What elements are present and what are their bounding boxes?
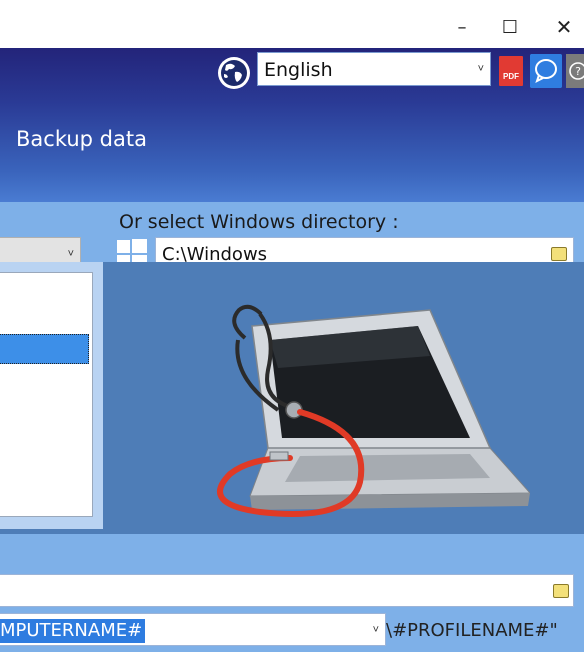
pdf-icon[interactable]: PDF: [499, 56, 523, 86]
profile-list[interactable]: [0, 272, 93, 517]
title-bar: – ☐ ✕: [0, 0, 584, 48]
minimize-button[interactable]: –: [444, 14, 480, 40]
folder-template-select[interactable]: MPUTERNAME# ˅: [0, 613, 386, 646]
chevron-down-icon: ˅: [67, 248, 74, 260]
language-value: English: [264, 59, 333, 81]
chevron-down-icon: ˅: [477, 63, 484, 75]
pdf-label: PDF: [503, 72, 519, 81]
help-icon[interactable]: ?: [566, 54, 584, 88]
destination-path-input[interactable]: [0, 574, 574, 607]
list-item-selected[interactable]: [0, 334, 89, 364]
maximize-button[interactable]: ☐: [492, 14, 528, 40]
browse-folder-icon[interactable]: [551, 247, 567, 261]
language-select[interactable]: English ˅: [257, 52, 491, 86]
page-title: Backup data: [16, 127, 147, 151]
close-button[interactable]: ✕: [546, 14, 582, 40]
svg-text:?: ?: [575, 65, 581, 78]
laptop-stethoscope-illustration: [217, 304, 530, 517]
profile-folder-suffix: \#PROFILENAME#": [386, 620, 558, 641]
windows-directory-label: Or select Windows directory :: [119, 211, 399, 233]
folder-template-value: MPUTERNAME#: [0, 619, 146, 643]
browse-folder-icon[interactable]: [553, 584, 569, 598]
globe-icon: [218, 57, 250, 89]
chevron-down-icon: ˅: [372, 624, 379, 636]
chat-icon[interactable]: [530, 54, 562, 88]
